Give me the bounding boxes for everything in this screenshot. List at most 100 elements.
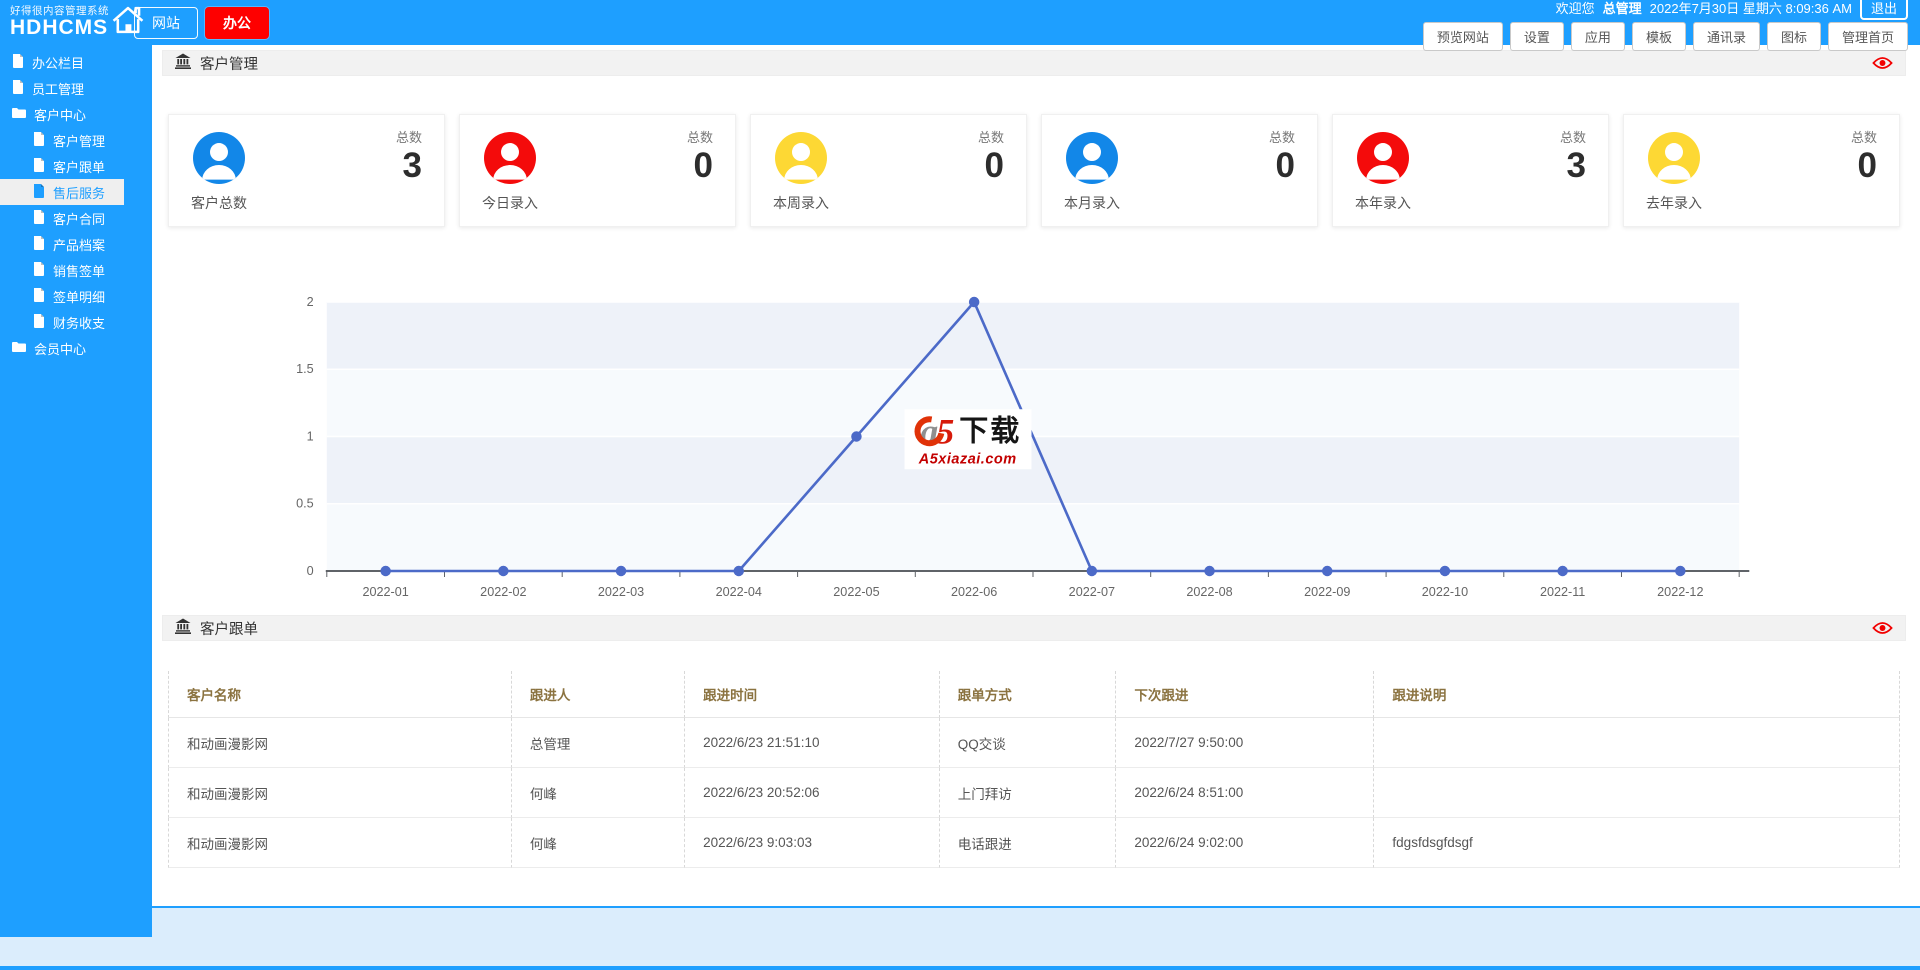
table-cell: QQ交谈 bbox=[938, 718, 1116, 768]
table-cell bbox=[1373, 768, 1900, 818]
table-row: 和动画漫影网 何峰 2022/6/23 9:03:03 电话跟进 2022/6/24 9… bbox=[168, 818, 1900, 868]
table-header-row: 客户名称 跟进人 跟进时间 跟单方式 下次跟进 跟进说明 bbox=[168, 671, 1900, 718]
svg-text:2022-10: 2022-10 bbox=[1422, 585, 1468, 599]
sidebar-item[interactable]: 客户合同 bbox=[0, 205, 152, 231]
sidebar-item[interactable]: 客户跟单 bbox=[0, 153, 152, 179]
sidebar-item-label: 销售签单 bbox=[53, 263, 106, 279]
bank-icon bbox=[175, 618, 191, 639]
table-cell: 2022/6/23 9:03:03 bbox=[684, 818, 939, 868]
sidebar-item-label: 财务收支 bbox=[53, 315, 106, 331]
svg-text:2: 2 bbox=[307, 295, 314, 309]
table-cell bbox=[1373, 718, 1900, 768]
svg-text:2022-05: 2022-05 bbox=[833, 585, 879, 599]
stat-value: 0 bbox=[1275, 146, 1295, 185]
sidebar-item[interactable]: 办公栏目 bbox=[0, 49, 152, 75]
file-icon bbox=[33, 235, 45, 253]
eye-icon[interactable] bbox=[1872, 621, 1893, 635]
svg-text:2022-11: 2022-11 bbox=[1540, 585, 1585, 599]
followup-panel: 客户跟单 客户名称 跟进人 跟进时间 跟单方式 下次跟进 跟进说明 和动画漫影网 总管理 20… bbox=[162, 615, 1906, 868]
svg-text:0.5: 0.5 bbox=[296, 497, 314, 511]
svg-text:2022-01: 2022-01 bbox=[362, 585, 408, 599]
sidebar-item[interactable]: 销售签单 bbox=[0, 257, 152, 283]
svg-text:2022-04: 2022-04 bbox=[716, 585, 762, 599]
stat-card: 去年录入 总数 0 bbox=[1623, 114, 1900, 227]
file-icon bbox=[12, 79, 24, 97]
user-circle-icon bbox=[193, 132, 245, 189]
tab-site[interactable]: 网站 bbox=[134, 6, 198, 39]
stat-cards: 客户总数 总数 3 今日录入 总数 0 本周录入 总数 0 本月录入 总数 0 本年录入 总数 3 去年录入总… bbox=[168, 114, 1900, 227]
sidebar-item[interactable]: 会员中心 bbox=[0, 335, 152, 361]
user-circle-icon bbox=[775, 132, 827, 189]
user-circle-icon bbox=[1648, 132, 1700, 189]
file-icon bbox=[33, 183, 45, 201]
logout-button[interactable]: 退出 bbox=[1859, 0, 1908, 20]
sidebar-item[interactable]: 财务收支 bbox=[0, 309, 152, 335]
stat-total-label: 总数 bbox=[1850, 130, 1877, 145]
logo[interactable]: 好得很内容管理系统 HDHCMS bbox=[0, 4, 152, 41]
sidebar-item-label: 客户管理 bbox=[53, 133, 106, 149]
table-cell: 2022/6/23 21:51:10 bbox=[684, 718, 939, 768]
sidebar-item[interactable]: 售后服务 bbox=[0, 179, 124, 205]
sidebar-item-label: 员工管理 bbox=[32, 81, 85, 97]
main-content: 客户管理 客户总数 总数 3 今日录入 总数 0 本周录入 总数 0 本月录入 总数 0 本年录入 总数 3… bbox=[152, 45, 1920, 906]
table-cell: 和动画漫影网 bbox=[168, 718, 511, 768]
chart-area: 0 0.5 1 1.5 2 2022-01 2022-02 2022-03 2022-04 202… bbox=[162, 269, 1906, 609]
logo-title: HDHCMS bbox=[10, 15, 109, 39]
line-chart: 0 0.5 1 1.5 2 2022-01 2022-02 2022-03 2022-04 202… bbox=[296, 295, 1750, 599]
stat-label: 本月录入 bbox=[1064, 195, 1120, 211]
stat-label: 本年录入 bbox=[1355, 195, 1411, 211]
stat-total-label: 总数 bbox=[395, 130, 422, 145]
bank-icon bbox=[175, 53, 191, 74]
welcome-row: 欢迎您 总管理 2022年7月30日 星期六 8:09:36 AM 退出 bbox=[1556, 0, 1908, 20]
welcome-prefix: 欢迎您 bbox=[1555, 1, 1595, 16]
table-cell: 上门拜访 bbox=[938, 768, 1116, 818]
eye-icon[interactable] bbox=[1872, 56, 1893, 70]
table-row: 和动画漫影网 总管理 2022/6/23 21:51:10 QQ交谈 2022/7/27… bbox=[168, 718, 1900, 768]
tab-office[interactable]: 办公 bbox=[205, 6, 269, 39]
table-cell: 总管理 bbox=[510, 718, 685, 768]
stat-value: 3 bbox=[402, 146, 422, 185]
column-header: 跟进时间 bbox=[684, 671, 939, 718]
stat-card: 本年录入 总数 3 bbox=[1332, 114, 1609, 227]
sidebar-item[interactable]: 客户管理 bbox=[0, 127, 152, 153]
navbtn[interactable]: 图标 bbox=[1766, 22, 1821, 51]
svg-text:2022-03: 2022-03 bbox=[598, 585, 644, 599]
sidebar-item[interactable]: 客户中心 bbox=[0, 101, 152, 127]
stat-value: 0 bbox=[693, 146, 713, 185]
watermark-cn: 下载 bbox=[959, 414, 1022, 447]
stat-card: 本周录入 总数 0 bbox=[750, 114, 1027, 227]
sidebar-item[interactable]: 签单明细 bbox=[0, 283, 152, 309]
navbtn[interactable]: 设置 bbox=[1509, 22, 1564, 51]
sidebar-menu: 办公栏目员工管理客户中心客户管理客户跟单 售后服务 客户合同 产品档案销售签单签单明细… bbox=[0, 49, 152, 361]
navbtn[interactable]: 管理首页 bbox=[1827, 22, 1908, 51]
user-circle-icon bbox=[1066, 132, 1118, 189]
app-root: 好得很内容管理系统 HDHCMS 网站 办公 欢迎您 总管理 2022年7月30日… bbox=[0, 0, 1920, 970]
sidebar: 办公栏目员工管理客户中心客户管理客户跟单 售后服务 客户合同 产品档案销售签单签单明细… bbox=[0, 45, 152, 937]
svg-text:2022-07: 2022-07 bbox=[1069, 585, 1115, 599]
stat-value: 0 bbox=[984, 146, 1004, 185]
sidebar-item[interactable]: 产品档案 bbox=[0, 231, 152, 257]
customer-panel-header: 客户管理 bbox=[162, 50, 1906, 76]
navbtn[interactable]: 模板 bbox=[1631, 22, 1686, 51]
file-icon bbox=[33, 209, 45, 227]
table-cell: 和动画漫影网 bbox=[168, 818, 511, 868]
stat-value: 0 bbox=[1857, 146, 1877, 185]
sidebar-item[interactable]: 员工管理 bbox=[0, 75, 152, 101]
customer-panel-title: 客户管理 bbox=[200, 56, 258, 73]
table-cell: 电话跟进 bbox=[938, 818, 1116, 868]
table-row: 和动画漫影网 何峰 2022/6/23 20:52:06 上门拜访 2022/6/24 … bbox=[168, 768, 1900, 818]
folder-icon bbox=[12, 107, 26, 122]
file-icon bbox=[33, 261, 45, 279]
table-cell: 何峰 bbox=[510, 818, 685, 868]
navbtn[interactable]: 应用 bbox=[1570, 22, 1625, 51]
user-circle-icon bbox=[484, 132, 536, 189]
file-icon bbox=[33, 131, 45, 149]
navbtn[interactable]: 通讯录 bbox=[1692, 22, 1760, 51]
navbtn[interactable]: 预览网站 bbox=[1422, 22, 1503, 51]
stat-label: 今日录入 bbox=[482, 195, 538, 211]
user-circle-icon bbox=[1357, 132, 1409, 189]
username: 总管理 bbox=[1602, 1, 1642, 16]
topbar: 好得很内容管理系统 HDHCMS 网站 办公 欢迎您 总管理 2022年7月30日… bbox=[0, 0, 1920, 51]
svg-text:2022-02: 2022-02 bbox=[480, 585, 526, 599]
stat-total-label: 总数 bbox=[977, 130, 1004, 145]
